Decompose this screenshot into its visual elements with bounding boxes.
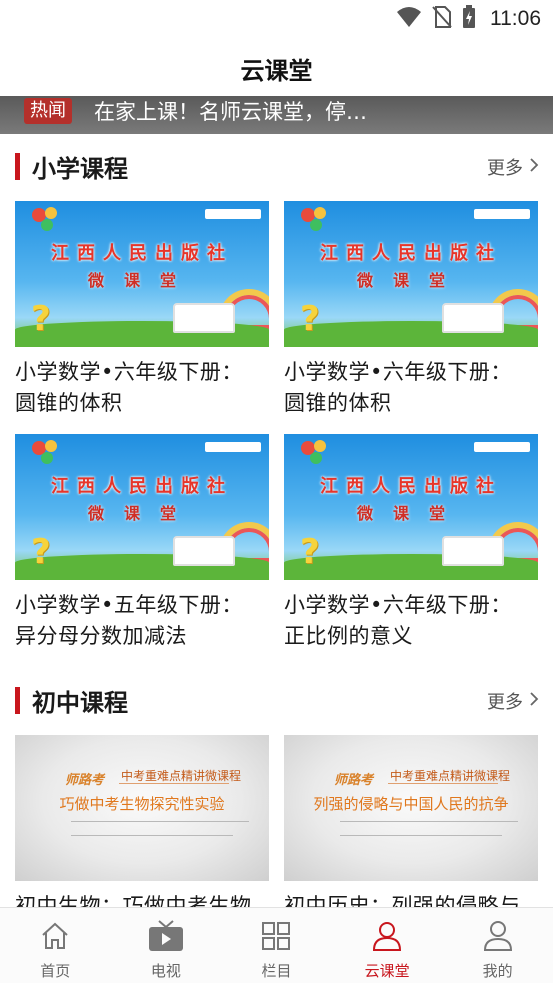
book-icon [173, 536, 235, 566]
thumb-title: 江西人民出版社 [51, 476, 233, 497]
balloons-icon [32, 440, 57, 464]
course-title[interactable]: 小学数学•六年级下册： 圆锥的体积 [15, 357, 269, 419]
course-card[interactable]: 江西人民出版社 微课堂 ? 小学数学•六年级下册： 圆锥的体积 [15, 201, 269, 419]
nav-item-mine[interactable]: 我的 [442, 908, 553, 983]
section-header-middle: 初中课程 更多 [0, 680, 553, 720]
course-thumbnail[interactable]: 江西人民出版社 微课堂 ? [284, 201, 538, 347]
divider [388, 783, 498, 784]
book-icon [442, 303, 504, 333]
nav-label: 云课堂 [364, 962, 410, 980]
course-title-line1: 小学数学•六年级下册： [284, 593, 512, 617]
course-thumbnail[interactable]: 江西人民出版社 微课堂 ? [15, 434, 269, 580]
course-title-line2: 圆锥的体积 [15, 391, 123, 415]
thumb-logo: 师路考 [65, 773, 105, 788]
app-header: 云课堂 [0, 50, 553, 92]
more-label: 更多 [487, 692, 523, 713]
section-title: 小学课程 [32, 154, 128, 183]
grid-icon [261, 918, 291, 954]
course-thumbnail[interactable]: 江西人民出版社 微课堂 ? [284, 434, 538, 580]
nav-item-columns[interactable]: 栏目 [221, 908, 332, 983]
chevron-right-icon [529, 691, 539, 712]
page-title: 云课堂 [240, 57, 313, 85]
course-title-line1: 小学数学•五年级下册： [15, 593, 243, 617]
more-link[interactable]: 更多 [487, 688, 539, 714]
book-icon [442, 536, 504, 566]
course-card[interactable]: 师路考 中考重难点精讲微课程 列强的侵略与中国人民的抗争 初中历史：列强的侵略与 [284, 735, 538, 922]
course-thumbnail[interactable]: 江西人民出版社 微课堂 ? [15, 201, 269, 347]
nav-label: 栏目 [261, 962, 292, 980]
book-icon [173, 303, 235, 333]
balloons-icon [301, 440, 326, 464]
publisher-logo [474, 442, 530, 452]
section-header-primary: 小学课程 更多 [0, 146, 553, 186]
course-title[interactable]: 小学数学•六年级下册： 正比例的意义 [284, 590, 538, 652]
course-title[interactable]: 小学数学•六年级下册： 圆锥的体积 [284, 357, 538, 419]
section-title: 初中课程 [32, 688, 128, 717]
profile-icon [482, 918, 514, 954]
chevron-right-icon [529, 157, 539, 178]
question-mark-icon: ? [300, 299, 320, 339]
credit-line [71, 835, 233, 839]
credit-line [340, 821, 518, 825]
hot-news-text[interactable]: 在家上课！名师云课堂，停… [94, 96, 367, 126]
thumb-title: 江西人民出版社 [320, 243, 502, 264]
nav-label: 电视 [150, 962, 181, 980]
hot-news-tag: 热闻 [24, 98, 72, 124]
wifi-icon [396, 6, 422, 32]
question-mark-icon: ? [300, 532, 320, 572]
thumb-title: 江西人民出版社 [51, 243, 233, 264]
credit-line [71, 821, 249, 825]
course-card[interactable]: 江西人民出版社 微课堂 ? 小学数学•六年级下册： 正比例的意义 [284, 434, 538, 652]
divider [119, 783, 229, 784]
thumb-topic: 列强的侵略与中国人民的抗争 [313, 795, 509, 813]
thumb-series: 中考重难点精讲微课程 [121, 769, 242, 783]
thumb-topic: 巧做中考生物探究性实验 [59, 795, 225, 813]
question-mark-icon: ? [31, 299, 51, 339]
nav-item-cloud-class[interactable]: 云课堂 [332, 908, 443, 983]
section-accent-bar [15, 686, 20, 714]
course-thumbnail[interactable]: 师路考 中考重难点精讲微课程 列强的侵略与中国人民的抗争 [284, 735, 538, 881]
course-title[interactable]: 小学数学•五年级下册： 异分母分数加减法 [15, 590, 269, 652]
credit-line [340, 835, 502, 839]
thumb-title: 江西人民出版社 [320, 476, 502, 497]
home-icon [39, 918, 71, 954]
publisher-logo [205, 209, 261, 219]
course-title-line1: 小学数学•六年级下册： [15, 360, 243, 384]
more-label: 更多 [487, 158, 523, 179]
bottom-nav: 首页 电视 栏目 云课堂 我的 [0, 907, 553, 983]
status-time: 11:06 [490, 7, 541, 30]
thumb-subtitle: 微课堂 [87, 271, 196, 290]
course-card[interactable]: 师路考 中考重难点精讲微课程 巧做中考生物探究性实验 初中生物：巧做中考生物 [15, 735, 269, 922]
course-card[interactable]: 江西人民出版社 微课堂 ? 小学数学•六年级下册： 圆锥的体积 [284, 201, 538, 419]
question-mark-icon: ? [31, 532, 51, 572]
battery-charging-icon [462, 5, 476, 33]
thumb-series: 中考重难点精讲微课程 [390, 769, 511, 783]
thumb-subtitle: 微课堂 [87, 504, 196, 523]
more-link[interactable]: 更多 [487, 154, 539, 180]
balloons-icon [301, 207, 326, 231]
balloons-icon [32, 207, 57, 231]
nav-item-tv[interactable]: 电视 [111, 908, 222, 983]
no-sim-icon [432, 5, 452, 33]
course-title-line2: 异分母分数加减法 [15, 624, 187, 648]
nav-label: 我的 [482, 962, 513, 980]
course-thumbnail[interactable]: 师路考 中考重难点精讲微课程 巧做中考生物探究性实验 [15, 735, 269, 881]
thumb-subtitle: 微课堂 [356, 504, 465, 523]
nav-item-home[interactable]: 首页 [0, 908, 111, 983]
publisher-logo [474, 209, 530, 219]
thumb-logo: 师路考 [334, 773, 374, 788]
course-title-line2: 正比例的意义 [284, 624, 413, 648]
section-accent-bar [15, 152, 20, 180]
tv-icon [148, 918, 184, 954]
status-bar: 11:06 [0, 0, 553, 38]
user-outline-icon [371, 918, 403, 954]
course-title-line2: 圆锥的体积 [284, 391, 392, 415]
publisher-logo [205, 442, 261, 452]
course-card[interactable]: 江西人民出版社 微课堂 ? 小学数学•五年级下册： 异分母分数加减法 [15, 434, 269, 652]
hot-news-banner[interactable]: 热闻 在家上课！名师云课堂，停… [0, 96, 553, 134]
course-title-line1: 小学数学•六年级下册： [284, 360, 512, 384]
thumb-subtitle: 微课堂 [356, 271, 465, 290]
nav-label: 首页 [40, 962, 71, 980]
